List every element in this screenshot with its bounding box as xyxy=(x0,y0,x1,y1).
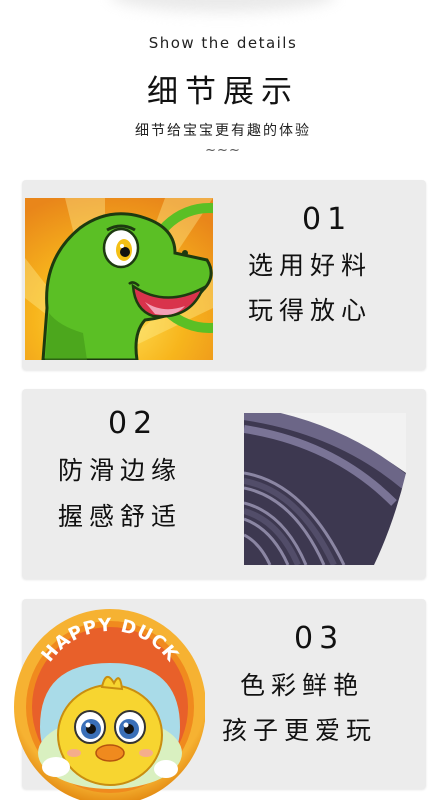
section-title: 细节展示 xyxy=(147,74,299,110)
section-subtitle: Show the details xyxy=(148,34,298,52)
dinosaur-image xyxy=(25,198,213,360)
section-tagline: 细节给宝宝更有趣的体验 xyxy=(135,123,311,139)
feature-card-2: 02 防滑边缘 握感舒适 xyxy=(22,389,426,579)
feature-number-3: 03 xyxy=(294,621,345,656)
dinosaur-icon xyxy=(25,198,213,360)
feature-line1-1: 选用好料 xyxy=(248,251,373,280)
happy-duck-frisbee-image: HAPPY DUCK xyxy=(10,603,205,800)
feature-line2-3: 孩子更爱玩 xyxy=(222,716,378,745)
feature-line2-2: 握感舒适 xyxy=(58,502,183,531)
feature-line2-1: 玩得放心 xyxy=(248,296,373,325)
rim-closeup-image xyxy=(244,413,406,565)
feature-number-2: 02 xyxy=(108,406,159,441)
feature-number-1: 01 xyxy=(302,202,353,237)
top-shadow xyxy=(110,0,336,12)
frisbee-rim-icon xyxy=(244,413,406,565)
feature-line1-2: 防滑边缘 xyxy=(58,456,183,485)
feature-card-1: 01 选用好料 玩得放心 xyxy=(22,180,426,370)
feature-line1-3: 色彩鲜艳 xyxy=(240,671,365,700)
tilde-decoration: ~~~ xyxy=(205,143,241,158)
duck-frisbee-icon: HAPPY DUCK xyxy=(14,609,205,800)
